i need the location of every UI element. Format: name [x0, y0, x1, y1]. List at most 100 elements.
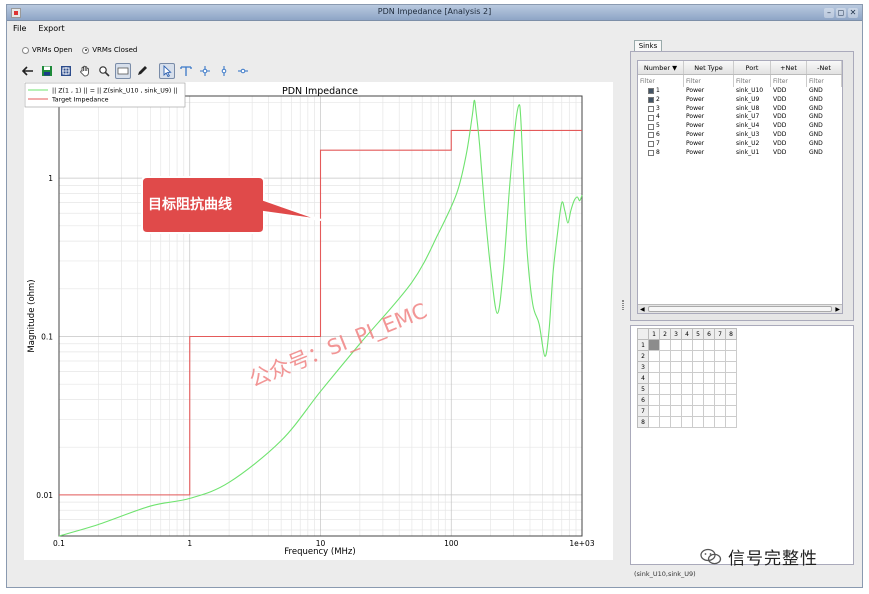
- matrix-cell[interactable]: [648, 350, 660, 362]
- matrix-cell[interactable]: [703, 394, 715, 406]
- chart-area[interactable]: 0.1 1 10 100 1e+03 0.01 0.1 1 PDN Impedance Fre…: [24, 82, 613, 560]
- matrix-cell[interactable]: [681, 383, 693, 395]
- zoom-fit-icon[interactable]: [58, 63, 74, 79]
- matrix-cell[interactable]: [703, 361, 715, 373]
- matrix-cell[interactable]: [692, 350, 704, 362]
- matrix-cell[interactable]: [692, 394, 704, 406]
- filter-net-type-input[interactable]: [684, 75, 734, 87]
- pen-icon[interactable]: [134, 63, 150, 79]
- matrix-cell[interactable]: [725, 339, 737, 351]
- matrix-cell[interactable]: [659, 361, 671, 373]
- matrix-cell[interactable]: [692, 416, 704, 428]
- matrix-cell[interactable]: [681, 361, 693, 373]
- title-bar[interactable]: PDN Impedance [Analysis 2] – ◻ ✕: [7, 5, 862, 21]
- table-row[interactable]: 2 Power sink_U9 VDD GND: [638, 96, 842, 105]
- matrix-cell[interactable]: [670, 339, 682, 351]
- cursor-icon-2[interactable]: [197, 63, 213, 79]
- table-row[interactable]: 4 Power sink_U7 VDD GND: [638, 113, 842, 122]
- matrix-cell[interactable]: [725, 350, 737, 362]
- row-checkbox[interactable]: [648, 132, 654, 139]
- filter-number-input[interactable]: [638, 75, 684, 87]
- matrix-cell[interactable]: [703, 339, 715, 351]
- matrix-cell[interactable]: [648, 361, 660, 373]
- matrix-cell[interactable]: [659, 416, 671, 428]
- matrix-cell[interactable]: [703, 416, 715, 428]
- matrix-cell[interactable]: [681, 339, 693, 351]
- menu-export[interactable]: Export: [38, 22, 64, 35]
- table-row[interactable]: 5 Power sink_U4 VDD GND: [638, 122, 842, 131]
- table-row[interactable]: 1 Power sink_U10 VDD GND: [638, 87, 842, 96]
- row-checkbox[interactable]: [648, 105, 654, 112]
- matrix-cell[interactable]: [670, 394, 682, 406]
- matrix-cell[interactable]: [703, 383, 715, 395]
- matrix-cell[interactable]: [692, 383, 704, 395]
- matrix-cell[interactable]: [670, 405, 682, 417]
- matrix-cell[interactable]: [692, 361, 704, 373]
- save-icon[interactable]: [39, 63, 55, 79]
- matrix-cell[interactable]: [648, 405, 660, 417]
- table-row[interactable]: 3 Power sink_U8 VDD GND: [638, 105, 842, 114]
- pan-hand-icon[interactable]: [77, 63, 93, 79]
- filter-neg-net-input[interactable]: [807, 75, 842, 87]
- row-checkbox[interactable]: [648, 88, 654, 95]
- table-row[interactable]: 7 Power sink_U2 VDD GND: [638, 140, 842, 149]
- matrix-cell[interactable]: [725, 361, 737, 373]
- matrix-cell[interactable]: [659, 383, 671, 395]
- col-pos-net[interactable]: +Net: [771, 61, 807, 74]
- matrix-cell[interactable]: [714, 405, 726, 417]
- col-port[interactable]: Port: [734, 61, 771, 74]
- matrix-cell[interactable]: [725, 394, 737, 406]
- matrix-cell[interactable]: [703, 405, 715, 417]
- matrix-cell[interactable]: [681, 372, 693, 384]
- filter-pos-net-input[interactable]: [771, 75, 807, 87]
- matrix-cell[interactable]: [648, 416, 660, 428]
- matrix-cell[interactable]: [692, 372, 704, 384]
- cursor-icon-4[interactable]: [235, 63, 251, 79]
- matrix-cell[interactable]: [659, 372, 671, 384]
- vrms-open-radio[interactable]: VRMs Open: [22, 46, 72, 54]
- row-checkbox[interactable]: [648, 114, 654, 121]
- matrix-cell[interactable]: [714, 394, 726, 406]
- matrix-cell[interactable]: [714, 361, 726, 373]
- matrix-cell[interactable]: [714, 383, 726, 395]
- cursor-icon-1[interactable]: [178, 63, 194, 79]
- pointer-icon[interactable]: [159, 63, 175, 79]
- maximize-icon[interactable]: ◻: [836, 8, 846, 18]
- matrix-cell[interactable]: [659, 405, 671, 417]
- matrix-cell[interactable]: [714, 372, 726, 384]
- close-icon[interactable]: ✕: [848, 8, 858, 18]
- cursor-icon-3[interactable]: [216, 63, 232, 79]
- matrix-cell[interactable]: [714, 350, 726, 362]
- sinks-horizontal-scrollbar[interactable]: ◀ ▶: [638, 304, 842, 313]
- back-arrow-icon[interactable]: [20, 63, 36, 79]
- row-checkbox[interactable]: [648, 97, 654, 104]
- matrix-cell[interactable]: [648, 383, 660, 395]
- matrix-cell[interactable]: [681, 416, 693, 428]
- matrix-cell[interactable]: [703, 372, 715, 384]
- row-checkbox[interactable]: [648, 141, 654, 148]
- matrix-cell[interactable]: [714, 339, 726, 351]
- menu-file[interactable]: File: [13, 22, 26, 35]
- matrix-cell[interactable]: [648, 372, 660, 384]
- vrms-closed-radio[interactable]: VRMs Closed: [82, 46, 137, 54]
- matrix-cell[interactable]: [670, 383, 682, 395]
- matrix-cell[interactable]: [725, 416, 737, 428]
- scroll-left-icon[interactable]: ◀: [640, 306, 645, 313]
- impedance-chart[interactable]: 0.1 1 10 100 1e+030.010.11 PDN Impedance Fre…: [24, 82, 613, 560]
- matrix-cell[interactable]: [681, 350, 693, 362]
- matrix-cell[interactable]: [648, 394, 660, 406]
- scroll-right-icon[interactable]: ▶: [835, 306, 840, 313]
- col-net-type[interactable]: Net Type: [684, 61, 734, 74]
- matrix-cell[interactable]: [725, 383, 737, 395]
- matrix-cell[interactable]: [681, 405, 693, 417]
- tab-sinks[interactable]: Sinks: [634, 40, 662, 51]
- matrix-cell[interactable]: [703, 350, 715, 362]
- row-checkbox[interactable]: [648, 149, 654, 156]
- select-rect-icon[interactable]: [115, 63, 131, 79]
- table-row[interactable]: 8 Power sink_U1 VDD GND: [638, 149, 842, 158]
- col-neg-net[interactable]: -Net: [807, 61, 842, 74]
- row-checkbox[interactable]: [648, 123, 654, 130]
- matrix-cell[interactable]: [659, 339, 671, 351]
- minimize-icon[interactable]: –: [824, 8, 834, 18]
- matrix-cell[interactable]: [692, 339, 704, 351]
